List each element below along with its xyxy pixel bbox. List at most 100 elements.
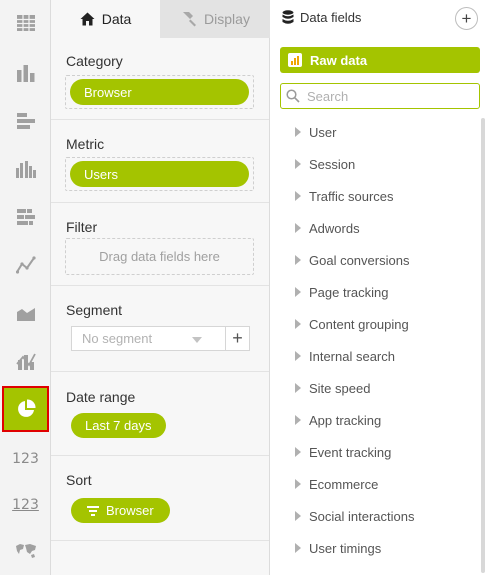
config-panel: Data Display Category Browser Metric Use… — [51, 0, 270, 575]
field-group-session[interactable]: Session — [270, 148, 480, 180]
search-input[interactable] — [305, 87, 469, 105]
metric-label: Metric — [66, 136, 105, 152]
pie-chart-icon — [17, 399, 36, 417]
caret-right-icon — [295, 447, 301, 457]
field-group-app-tracking[interactable]: App tracking — [270, 404, 480, 436]
caret-right-icon — [295, 319, 301, 329]
field-group-label: Page tracking — [309, 284, 389, 300]
metric-pill[interactable]: Users — [70, 161, 249, 187]
date-range-value: Last 7 days — [85, 418, 152, 433]
field-group-user-timings[interactable]: User timings — [270, 532, 480, 564]
caret-right-icon — [295, 159, 301, 169]
stacked-bar-chart-icon — [16, 209, 35, 225]
caret-right-icon — [295, 191, 301, 201]
tab-display-label: Display — [204, 11, 250, 27]
chart-type-area[interactable] — [0, 290, 51, 336]
metric-value: Users — [84, 166, 118, 182]
bar-chart-icon — [16, 65, 34, 82]
line-chart-icon — [15, 256, 36, 274]
chart-type-number-comparison[interactable]: 123 — [0, 482, 51, 528]
field-group-label: Internal search — [309, 348, 395, 364]
add-segment-button[interactable]: + — [225, 326, 250, 351]
field-group-traffic-sources[interactable]: Traffic sources — [270, 180, 480, 212]
sort-section: Sort Browser — [51, 456, 269, 541]
field-group-label: Traffic sources — [309, 188, 394, 204]
sort-value: Browser — [106, 503, 154, 518]
world-map-icon — [15, 544, 36, 558]
field-group-user[interactable]: User — [270, 116, 480, 148]
chart-type-pie[interactable] — [2, 386, 49, 432]
sort-pill[interactable]: Browser — [71, 498, 170, 523]
data-fields-title: Data fields — [300, 10, 362, 25]
paintbrush-icon — [183, 12, 197, 27]
field-group-label: Adwords — [309, 220, 360, 236]
category-pill[interactable]: Browser — [70, 79, 249, 105]
chart-type-bar[interactable] — [0, 50, 51, 96]
field-search[interactable] — [280, 83, 480, 109]
field-group-social-interactions[interactable]: Social interactions — [270, 500, 480, 532]
category-value: Browser — [84, 84, 132, 100]
field-group-event-tracking[interactable]: Event tracking — [270, 436, 480, 468]
field-group-label: Event tracking — [309, 444, 392, 460]
data-fields-panel: Data fields + Raw data User Session Traf… — [270, 0, 494, 575]
data-fields-header: Data fields — [282, 10, 361, 25]
tab-data[interactable]: Data — [51, 0, 160, 38]
field-group-site-speed[interactable]: Site speed — [270, 372, 480, 404]
chevron-down-icon — [192, 337, 202, 343]
category-section: Category Browser — [51, 38, 269, 120]
table-icon — [16, 15, 35, 31]
chart-type-combo[interactable] — [0, 338, 51, 384]
category-label: Category — [66, 53, 123, 69]
caret-right-icon — [295, 287, 301, 297]
field-list-scrollbar[interactable] — [481, 118, 485, 573]
filter-label: Filter — [66, 219, 98, 235]
filter-section: Filter Drag data fields here — [51, 203, 269, 286]
tab-data-label: Data — [101, 11, 132, 27]
sort-label: Sort — [66, 472, 92, 488]
number-comparison-label: 123 — [12, 497, 39, 513]
field-group-label: Social interactions — [309, 508, 415, 524]
metric-dropzone[interactable]: Users — [65, 157, 254, 191]
database-icon — [282, 10, 294, 24]
chart-type-number[interactable]: 123 — [0, 436, 51, 482]
filter-dropzone[interactable]: Drag data fields here — [65, 238, 254, 275]
caret-right-icon — [295, 543, 301, 553]
date-range-label: Date range — [66, 389, 136, 405]
home-icon — [80, 12, 95, 26]
field-group-label: App tracking — [309, 412, 382, 428]
caret-right-icon — [295, 223, 301, 233]
chart-type-table[interactable] — [0, 0, 51, 46]
field-group-label: Ecommerce — [309, 476, 379, 492]
segment-label: Segment — [66, 302, 123, 318]
field-group-label: Session — [309, 156, 356, 172]
field-group-goal-conversions[interactable]: Goal conversions — [270, 244, 480, 276]
segment-placeholder: No segment — [82, 331, 153, 346]
segment-select[interactable]: No segment — [71, 326, 229, 351]
metric-section: Metric Users — [51, 120, 269, 203]
grouped-bar-chart-icon — [15, 161, 36, 178]
chart-type-horizontal-bar[interactable] — [0, 98, 51, 144]
field-group-content-grouping[interactable]: Content grouping — [270, 308, 480, 340]
panel-tabs: Data Display — [51, 0, 270, 38]
date-range-section: Date range Last 7 days — [51, 372, 269, 456]
chart-type-grouped-bar[interactable] — [0, 146, 51, 192]
field-group-label: User — [309, 124, 337, 140]
caret-right-icon — [295, 511, 301, 521]
chart-type-map[interactable] — [0, 528, 51, 574]
number-label: 123 — [12, 451, 39, 467]
field-group-label: Goal conversions — [309, 252, 410, 268]
category-dropzone[interactable]: Browser — [65, 75, 254, 109]
filter-hint: Drag data fields here — [99, 249, 220, 264]
raw-data-button[interactable]: Raw data — [280, 47, 480, 73]
date-range-pill[interactable]: Last 7 days — [71, 413, 166, 438]
field-group-ecommerce[interactable]: Ecommerce — [270, 468, 480, 500]
field-group-page-tracking[interactable]: Page tracking — [270, 276, 480, 308]
field-group-label: Content grouping — [309, 316, 409, 332]
chart-type-stacked-bar[interactable] — [0, 194, 51, 240]
field-group-internal-search[interactable]: Internal search — [270, 340, 480, 372]
tab-display[interactable]: Display — [160, 0, 270, 38]
field-group-adwords[interactable]: Adwords — [270, 212, 480, 244]
chart-type-line[interactable] — [0, 242, 51, 288]
raw-data-icon — [288, 53, 302, 67]
add-field-button[interactable]: + — [455, 7, 478, 30]
